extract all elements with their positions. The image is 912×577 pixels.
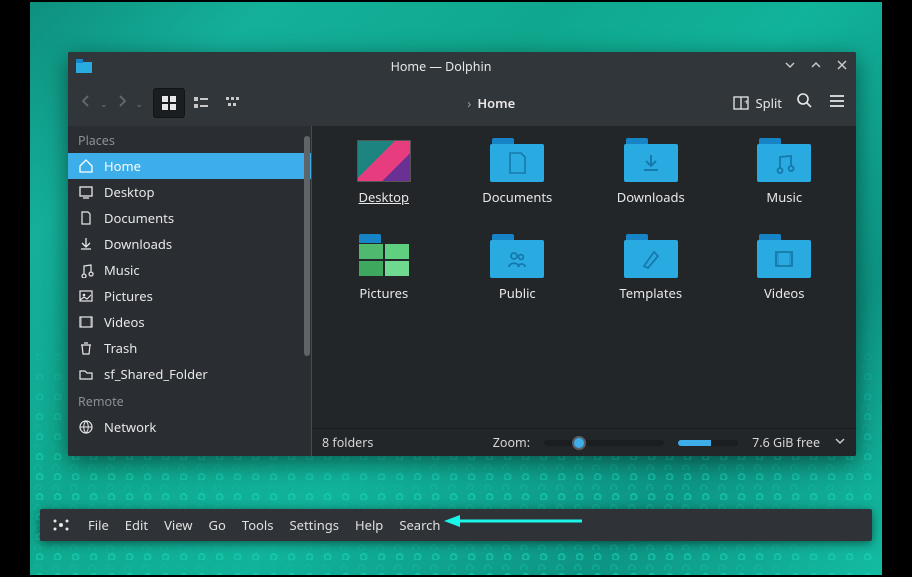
zoom-slider[interactable] — [544, 440, 664, 446]
maximize-button[interactable] — [810, 58, 822, 75]
zoom-label: Zoom: — [493, 434, 530, 451]
folder-label: Videos — [764, 284, 805, 302]
folder-videos[interactable]: Videos — [721, 234, 849, 330]
menu-help[interactable]: Help — [355, 516, 383, 534]
sidebar-item-label: Downloads — [104, 235, 172, 253]
back-button[interactable] — [78, 92, 94, 114]
places-header: Places — [68, 126, 311, 153]
minimize-button[interactable] — [784, 58, 796, 75]
folder-label: Music — [766, 188, 802, 206]
annotation-arrow-icon — [444, 513, 584, 529]
sidebar-item-label: Network — [104, 418, 156, 436]
item-count: 8 folders — [322, 434, 373, 451]
folder-label: Pictures — [359, 284, 408, 302]
application-launcher-icon[interactable] — [50, 514, 72, 536]
disk-usage-bar — [678, 440, 738, 446]
sidebar-item-label: Home — [104, 157, 141, 175]
folder-label: Documents — [482, 188, 552, 206]
forward-history-dropdown[interactable]: ⌄ — [136, 97, 144, 110]
sidebar-item-label: Desktop — [104, 183, 155, 201]
sidebar-item-downloads[interactable]: Downloads — [68, 231, 311, 257]
menu-go[interactable]: Go — [209, 516, 226, 534]
folder-label: Templates — [619, 284, 682, 302]
toolbar: ⌄ ⌄ › Home + Split — [68, 80, 856, 126]
sidebar-item-trash[interactable]: Trash — [68, 335, 311, 361]
sidebar-item-label: Videos — [104, 313, 145, 331]
menu-settings[interactable]: Settings — [290, 516, 339, 534]
menu-search[interactable]: Search — [399, 516, 440, 534]
split-view-button[interactable]: + Split — [733, 94, 782, 112]
menu-tools[interactable]: Tools — [242, 516, 274, 534]
sidebar-item-desktop[interactable]: Desktop — [68, 179, 311, 205]
sidebar-item-shared-folder[interactable]: sf_Shared_Folder — [68, 361, 311, 387]
forward-button[interactable] — [114, 92, 130, 114]
icons-view-button[interactable] — [153, 88, 185, 118]
statusbar: 8 folders Zoom: 7.6 GiB free — [312, 428, 856, 456]
sidebar-item-documents[interactable]: Documents — [68, 205, 311, 231]
disk-free-label: 7.6 GiB free — [752, 434, 820, 451]
dolphin-window: Home — Dolphin ⌄ ⌄ › Home — [68, 52, 856, 456]
close-button[interactable] — [836, 58, 848, 75]
split-label: Split — [755, 94, 782, 112]
folder-public[interactable]: Public — [454, 234, 582, 330]
breadcrumb[interactable]: › Home — [257, 94, 725, 112]
compact-view-button[interactable] — [185, 88, 217, 118]
menu-edit[interactable]: Edit — [125, 516, 148, 534]
folder-label: Public — [499, 284, 536, 302]
folder-downloads[interactable]: Downloads — [587, 138, 715, 234]
sidebar-item-label: Pictures — [104, 287, 153, 305]
folder-music[interactable]: Music — [721, 138, 849, 234]
titlebar[interactable]: Home — Dolphin — [68, 52, 856, 80]
folder-templates[interactable]: Templates — [587, 234, 715, 330]
folder-pictures[interactable]: Pictures — [320, 234, 448, 330]
folder-label: Downloads — [617, 188, 685, 206]
remote-header: Remote — [68, 387, 311, 414]
sidebar-item-network[interactable]: Network — [68, 414, 311, 440]
sidebar-item-label: Documents — [104, 209, 174, 227]
sidebar-item-pictures[interactable]: Pictures — [68, 283, 311, 309]
window-title: Home — Dolphin — [98, 58, 784, 75]
sidebar-item-label: sf_Shared_Folder — [104, 365, 208, 383]
sidebar-item-videos[interactable]: Videos — [68, 309, 311, 335]
sidebar-item-music[interactable]: Music — [68, 257, 311, 283]
details-view-button[interactable] — [217, 88, 249, 118]
sidebar-item-home[interactable]: Home — [68, 153, 311, 179]
sidebar-item-label: Trash — [104, 339, 137, 357]
folder-documents[interactable]: Documents — [454, 138, 582, 234]
places-sidebar: Places Home Desktop Documents Downloads … — [68, 126, 312, 456]
breadcrumb-home[interactable]: Home — [477, 94, 515, 112]
folder-label: Desktop — [358, 188, 409, 206]
menu-file[interactable]: File — [88, 516, 109, 534]
search-button[interactable] — [796, 92, 814, 115]
folder-desktop[interactable]: Desktop — [320, 138, 448, 234]
statusbar-menu-button[interactable] — [834, 434, 846, 451]
folder-content-area: Desktop Documents Downloads Music Pictures Pu… — [312, 126, 856, 456]
back-history-dropdown[interactable]: ⌄ — [100, 97, 108, 110]
menu-view[interactable]: View — [164, 516, 192, 534]
breadcrumb-separator-icon: › — [467, 94, 471, 112]
hamburger-menu-button[interactable] — [828, 92, 846, 115]
sidebar-scrollbar[interactable] — [303, 126, 311, 456]
dolphin-app-icon — [76, 59, 92, 73]
sidebar-item-label: Music — [104, 261, 140, 279]
svg-text:+: + — [744, 97, 749, 108]
